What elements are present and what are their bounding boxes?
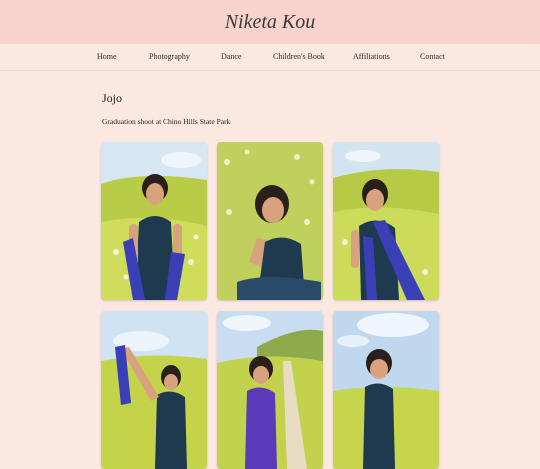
gallery-photo[interactable] bbox=[101, 311, 207, 469]
gallery-photo[interactable] bbox=[101, 142, 207, 300]
gallery-photo[interactable] bbox=[217, 311, 323, 469]
nav-item-childrens-book[interactable]: Children's Book bbox=[273, 52, 325, 61]
gallery-photo[interactable] bbox=[333, 311, 439, 469]
graduate-portrait-image bbox=[333, 142, 439, 300]
graduate-portrait-image bbox=[101, 142, 207, 300]
gallery-photo[interactable] bbox=[217, 142, 323, 300]
graduate-portrait-image bbox=[333, 311, 439, 469]
page-title: Jojo bbox=[102, 91, 123, 105]
main-nav: Home Photography Dance Children's Book A… bbox=[0, 44, 540, 71]
nav-item-contact[interactable]: Contact bbox=[420, 52, 445, 61]
gallery-photo[interactable] bbox=[333, 142, 439, 300]
graduate-portrait-image bbox=[217, 142, 323, 300]
site-title-link[interactable]: Niketa Kou bbox=[225, 11, 316, 34]
graduate-portrait-image bbox=[101, 311, 207, 469]
site-header: Niketa Kou bbox=[0, 0, 540, 44]
nav-item-home[interactable]: Home bbox=[97, 52, 117, 61]
page-subtitle: Graduation shoot at Chino Hills State Pa… bbox=[102, 117, 231, 126]
nav-item-photography[interactable]: Photography bbox=[149, 52, 190, 61]
nav-item-affiliations[interactable]: Affiliations bbox=[353, 52, 390, 61]
nav-item-dance[interactable]: Dance bbox=[221, 52, 241, 61]
graduate-portrait-image bbox=[217, 311, 323, 469]
